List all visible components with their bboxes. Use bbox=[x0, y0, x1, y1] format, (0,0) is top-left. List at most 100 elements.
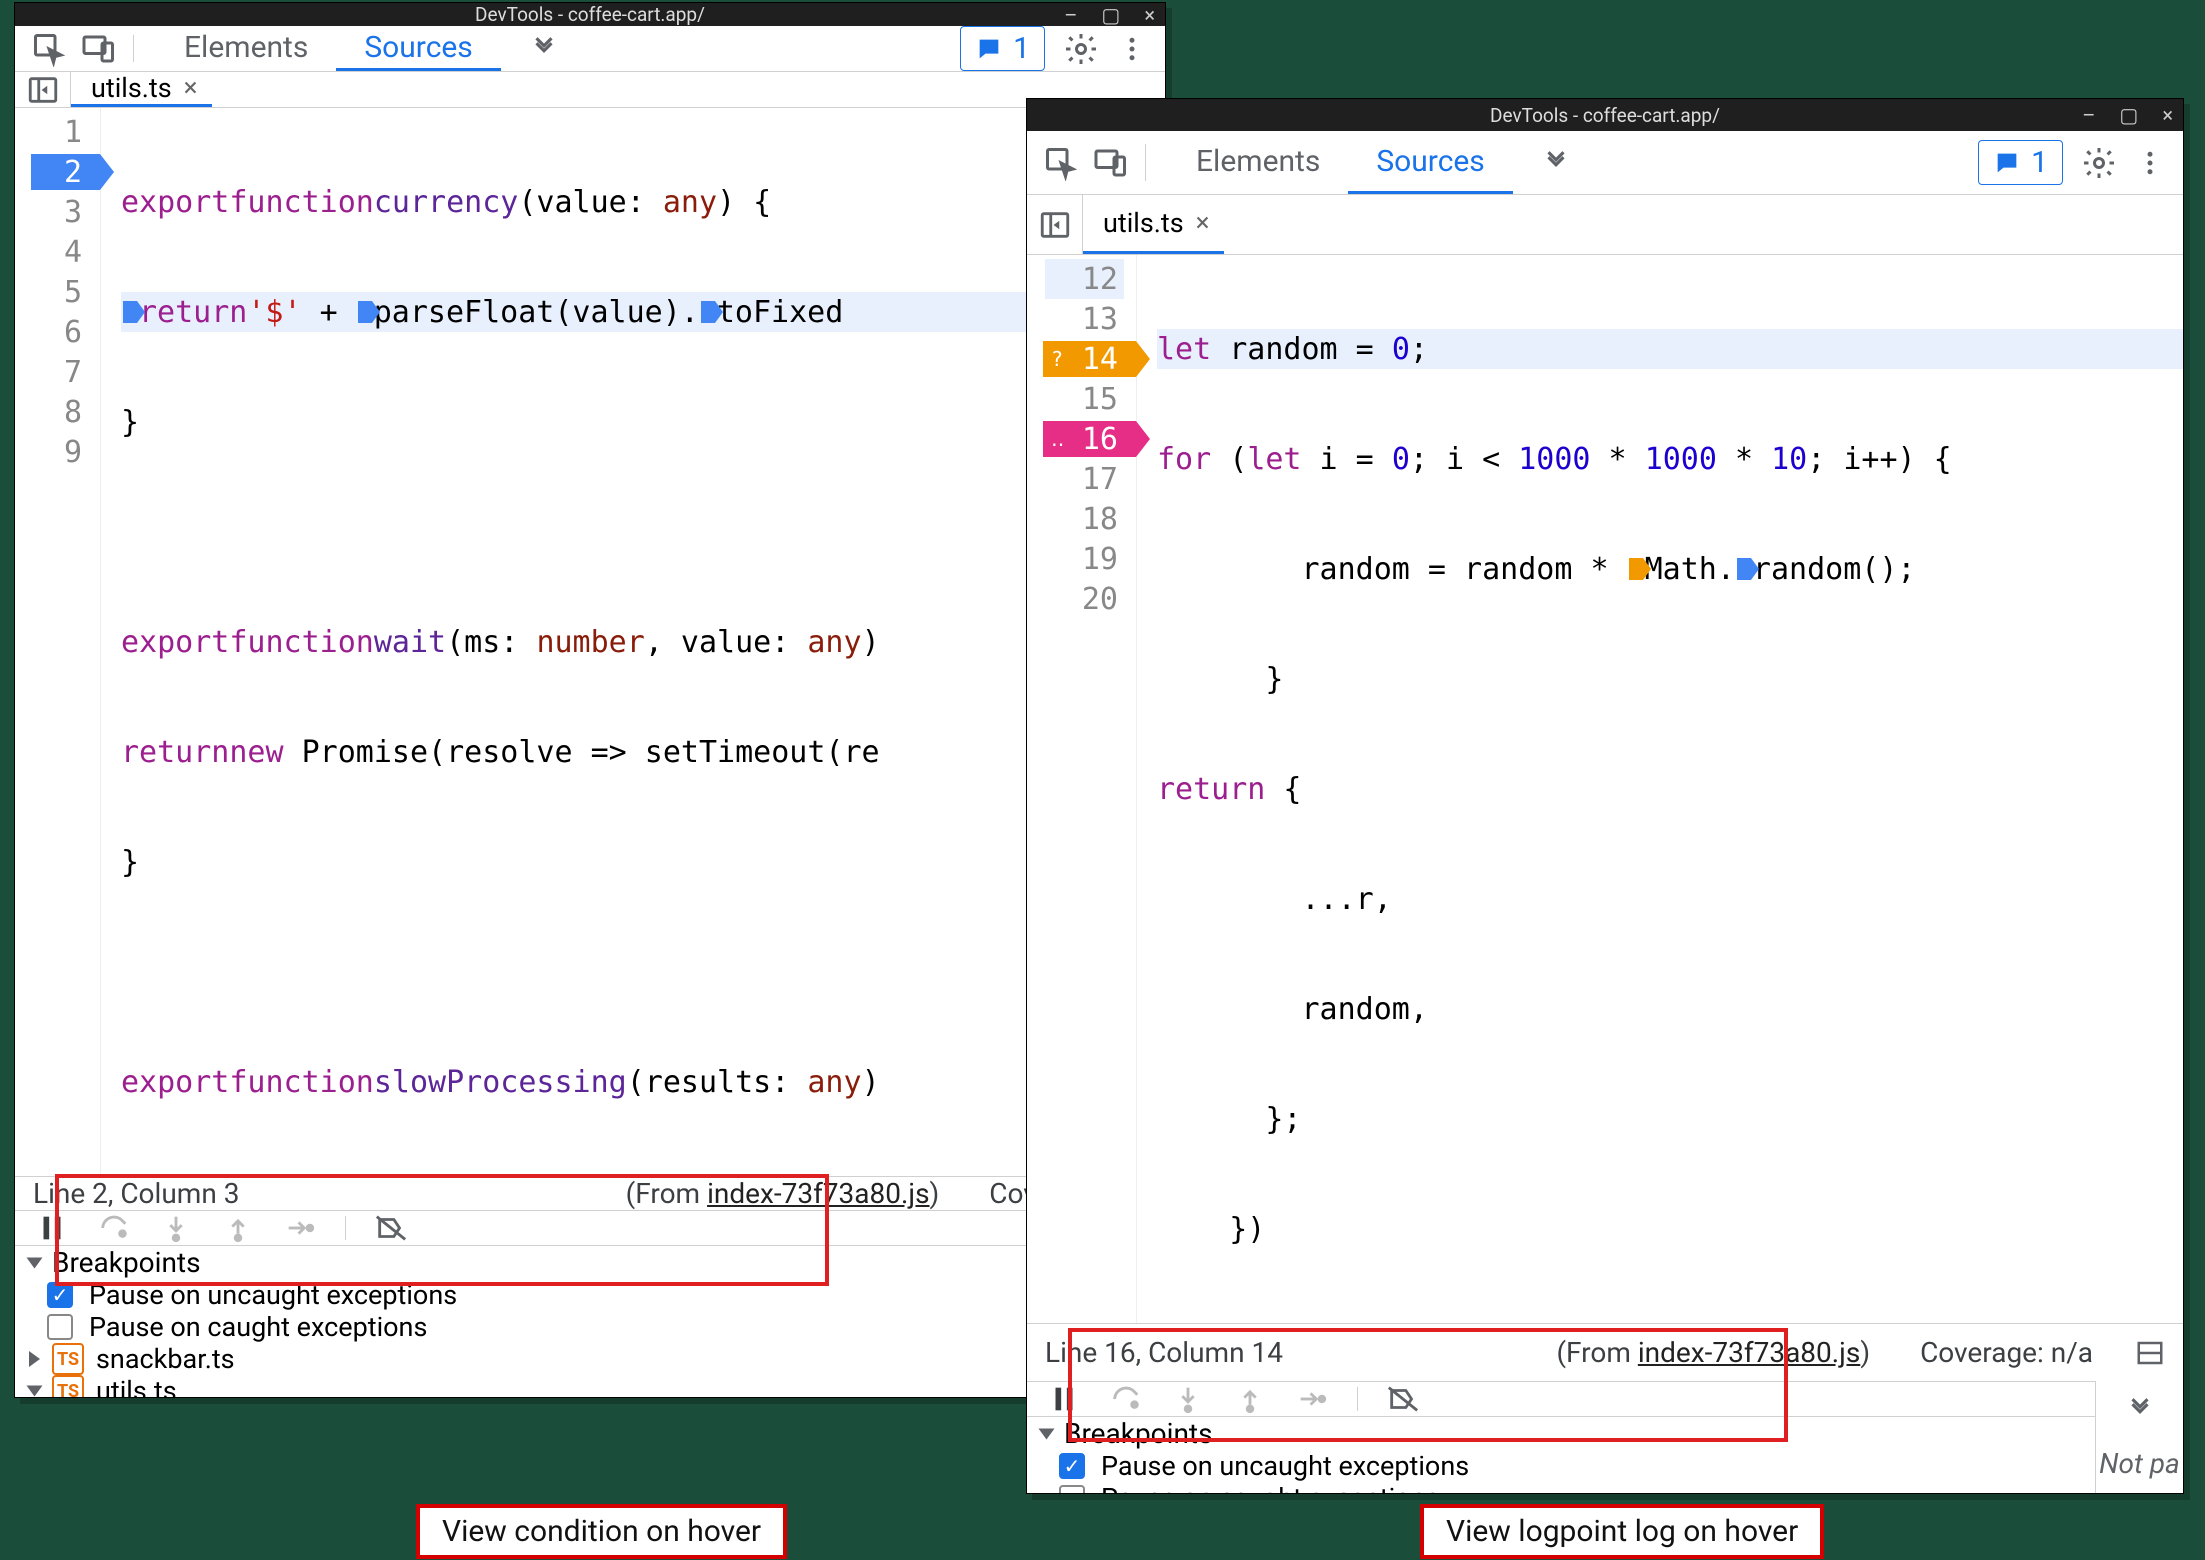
step-over-icon[interactable] bbox=[1109, 1382, 1143, 1416]
device-toggle-icon[interactable] bbox=[1093, 145, 1129, 181]
titlebar[interactable]: DevTools - coffee-cart.app/ – ▢ × bbox=[15, 3, 1165, 26]
code-editor[interactable]: 12 13 ?14 15 ‥16 17 18 19 20 let random … bbox=[1027, 255, 2183, 1323]
file-name: snackbar.ts bbox=[96, 1343, 235, 1375]
panel-overflow-icon[interactable] bbox=[2125, 1393, 2155, 1423]
close-icon[interactable]: × bbox=[184, 73, 198, 103]
pause-icon[interactable] bbox=[35, 1211, 69, 1245]
disclosure-triangle-icon bbox=[29, 1351, 40, 1367]
settings-icon[interactable] bbox=[1063, 31, 1099, 67]
checkbox-label: Pause on uncaught exceptions bbox=[89, 1279, 457, 1311]
line-number[interactable]: 14 bbox=[1082, 342, 1118, 377]
breakpoint-file-snackbar[interactable]: TS snackbar.ts bbox=[15, 1343, 1165, 1375]
line-number[interactable]: 2 bbox=[64, 155, 82, 190]
ts-file-icon: TS bbox=[52, 1375, 84, 1398]
pause-uncaught-row[interactable]: Pause on uncaught exceptions bbox=[15, 1279, 1165, 1311]
checkbox[interactable] bbox=[1059, 1453, 1085, 1479]
line-number[interactable]: 16 bbox=[1082, 422, 1118, 457]
window-title: DevTools - coffee-cart.app/ bbox=[475, 3, 705, 26]
tab-sources[interactable]: Sources bbox=[336, 26, 500, 71]
pause-icon[interactable] bbox=[1047, 1382, 1081, 1416]
caption-right: View logpoint log on hover bbox=[1420, 1504, 1824, 1559]
close-button[interactable]: × bbox=[1140, 3, 1159, 27]
issues-badge[interactable]: 1 bbox=[1978, 140, 2063, 185]
disclosure-triangle-icon bbox=[27, 1257, 43, 1268]
step-into-icon[interactable] bbox=[159, 1211, 193, 1245]
line-number[interactable]: 20 bbox=[1082, 582, 1118, 617]
deactivate-breakpoints-icon[interactable] bbox=[374, 1211, 408, 1245]
checkbox[interactable] bbox=[47, 1314, 73, 1340]
pause-caught-row[interactable]: Pause on caught exceptions bbox=[1027, 1482, 2095, 1493]
coverage-label: Coverage: n/a bbox=[1920, 1336, 2093, 1369]
tab-sources[interactable]: Sources bbox=[1348, 131, 1512, 194]
step-out-icon[interactable] bbox=[221, 1211, 255, 1245]
step-out-icon[interactable] bbox=[1233, 1382, 1267, 1416]
tab-elements[interactable]: Elements bbox=[1168, 131, 1348, 194]
sourcemap-link[interactable]: index-73f73a80.js bbox=[1638, 1336, 1860, 1369]
file-name: utils.ts bbox=[96, 1375, 177, 1398]
breakpoints-header[interactable]: Breakpoints bbox=[1027, 1416, 2095, 1450]
line-number[interactable]: 6 bbox=[64, 315, 82, 350]
issues-badge[interactable]: 1 bbox=[960, 26, 1045, 71]
breakpoint-file-utils[interactable]: TS utils.ts bbox=[15, 1375, 1165, 1398]
file-tab-bar: utils.ts × bbox=[1027, 195, 2183, 255]
step-over-icon[interactable] bbox=[97, 1211, 131, 1245]
line-number[interactable]: 17 bbox=[1082, 462, 1118, 497]
line-number[interactable]: 15 bbox=[1082, 382, 1118, 417]
file-tab-utils[interactable]: utils.ts × bbox=[1083, 195, 1224, 254]
inspect-icon[interactable] bbox=[31, 31, 67, 67]
menu-icon[interactable] bbox=[2135, 148, 2165, 178]
device-toggle-icon[interactable] bbox=[81, 31, 117, 67]
line-number[interactable]: 19 bbox=[1082, 542, 1118, 577]
caption-left: View condition on hover bbox=[416, 1504, 787, 1559]
code-editor[interactable]: 1 2 3 4 5 6 7 8 9 export function curren… bbox=[15, 108, 1165, 1176]
checkbox[interactable] bbox=[47, 1282, 73, 1308]
window-title: DevTools - coffee-cart.app/ bbox=[1490, 104, 1720, 127]
devtools-window-right: DevTools - coffee-cart.app/ – ▢ × Elemen… bbox=[1026, 98, 2184, 1494]
line-number[interactable]: 8 bbox=[64, 395, 82, 430]
line-number[interactable]: 9 bbox=[64, 435, 82, 470]
maximize-button[interactable]: ▢ bbox=[1097, 3, 1124, 27]
pause-uncaught-row[interactable]: Pause on uncaught exceptions bbox=[1027, 1450, 2095, 1482]
minimize-button[interactable]: – bbox=[2078, 103, 2099, 127]
step-icon[interactable] bbox=[283, 1211, 317, 1245]
navigator-toggle-icon[interactable] bbox=[15, 72, 71, 107]
step-into-icon[interactable] bbox=[1171, 1382, 1205, 1416]
debugger-controls bbox=[15, 1210, 1165, 1245]
line-number[interactable]: 7 bbox=[64, 355, 82, 390]
navigator-toggle-icon[interactable] bbox=[1027, 195, 1083, 254]
pause-caught-row[interactable]: Pause on caught exceptions bbox=[15, 1311, 1165, 1343]
disclosure-triangle-icon bbox=[27, 1386, 43, 1397]
line-number[interactable]: 3 bbox=[64, 195, 82, 230]
line-number[interactable]: 4 bbox=[64, 235, 82, 270]
checkbox-label: Pause on caught exceptions bbox=[89, 1311, 427, 1343]
step-icon[interactable] bbox=[1295, 1382, 1329, 1416]
checkbox[interactable] bbox=[1059, 1485, 1085, 1493]
line-number[interactable]: 13 bbox=[1082, 302, 1118, 337]
sourcemap-link[interactable]: index-73f73a80.js bbox=[707, 1177, 929, 1210]
disclosure-triangle-icon bbox=[1039, 1428, 1055, 1439]
breakpoints-header[interactable]: Breakpoints bbox=[15, 1245, 1165, 1279]
inspect-icon[interactable] bbox=[1043, 145, 1079, 181]
menu-icon[interactable] bbox=[1117, 34, 1147, 64]
deactivate-breakpoints-icon[interactable] bbox=[1386, 1382, 1420, 1416]
checkbox-label: Pause on caught exceptions bbox=[1101, 1482, 1439, 1493]
line-number[interactable]: 1 bbox=[64, 115, 82, 150]
line-number[interactable]: 18 bbox=[1082, 502, 1118, 537]
minimize-button[interactable]: – bbox=[1060, 3, 1081, 27]
file-tab-utils[interactable]: utils.ts × bbox=[71, 72, 212, 107]
titlebar[interactable]: DevTools - coffee-cart.app/ – ▢ × bbox=[1027, 99, 2183, 131]
checkbox-label: Pause on uncaught exceptions bbox=[1101, 1450, 1469, 1482]
line-number[interactable]: 12 bbox=[1082, 262, 1118, 297]
tabs-overflow[interactable] bbox=[1513, 131, 1599, 194]
close-icon[interactable]: × bbox=[1196, 208, 1210, 238]
tabs-overflow[interactable] bbox=[501, 26, 587, 71]
settings-icon[interactable] bbox=[2081, 145, 2117, 181]
line-number[interactable]: 5 bbox=[64, 275, 82, 310]
debugger-side-panel: Not pa bbox=[2095, 1381, 2183, 1493]
file-tab-bar: utils.ts × bbox=[15, 72, 1165, 108]
close-button[interactable]: × bbox=[2158, 103, 2177, 127]
debugger-controls bbox=[1027, 1381, 2095, 1416]
coverage-toggle-icon[interactable] bbox=[2135, 1338, 2165, 1368]
maximize-button[interactable]: ▢ bbox=[2115, 103, 2142, 127]
tab-elements[interactable]: Elements bbox=[156, 26, 336, 71]
